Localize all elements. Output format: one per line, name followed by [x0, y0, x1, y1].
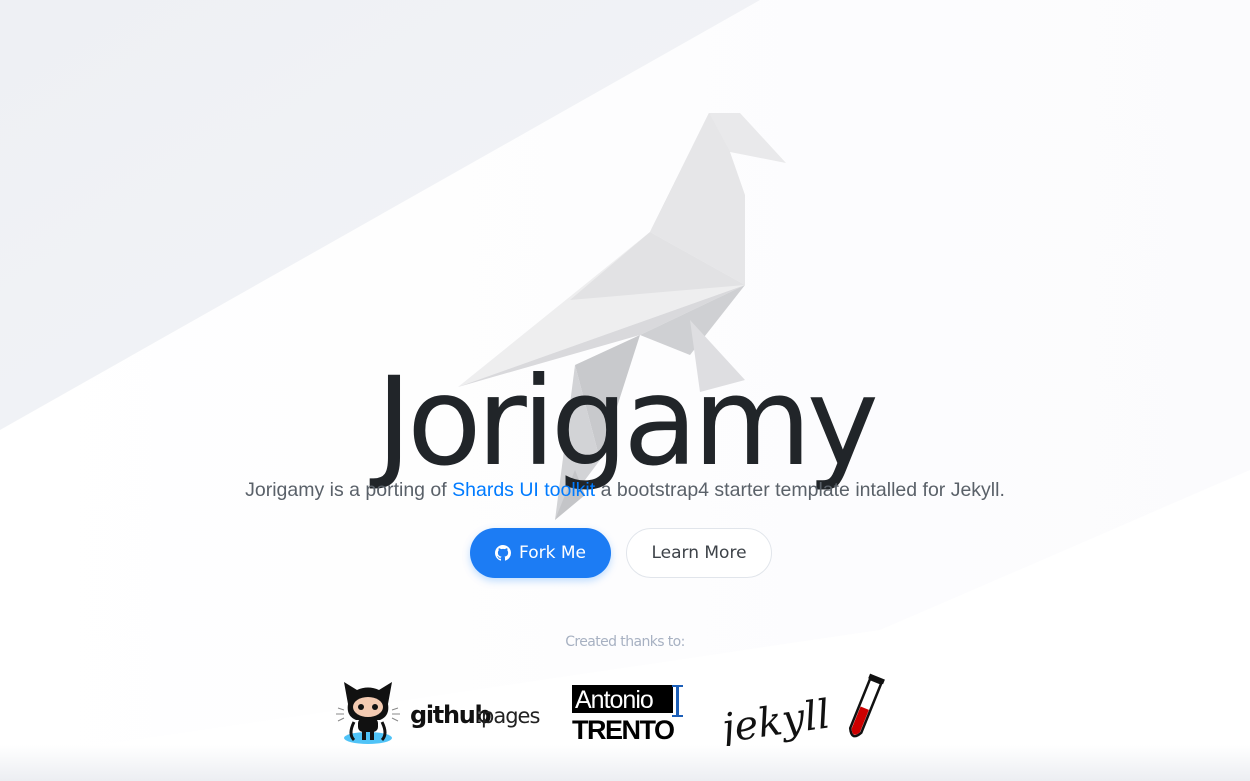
fork-me-button[interactable]: Fork Me — [470, 528, 611, 578]
hero-title: Jorigamy — [376, 351, 879, 493]
bottom-fade — [0, 745, 1250, 781]
credits-title: Created thanks to: — [565, 634, 685, 650]
antonio-trento-line1: Antonio — [575, 686, 653, 714]
learn-more-button[interactable]: Learn More — [626, 528, 772, 578]
fork-me-label: Fork Me — [519, 543, 586, 563]
github-pages-word2: pages — [481, 704, 539, 728]
github-pages-logo[interactable]: github : pages — [330, 674, 540, 746]
github-icon — [495, 545, 512, 561]
shards-ui-link[interactable]: Shards UI toolkit — [452, 479, 595, 501]
subtitle-text-start: Jorigamy is a porting of — [245, 479, 453, 501]
antonio-trento-line2: TRENTO — [572, 715, 674, 741]
antonio-trento-logo[interactable]: Antonio TRENTO — [570, 683, 684, 741]
subtitle-text-end: a bootstrap4 starter template intalled f… — [595, 479, 1005, 501]
hero-subtitle: Jorigamy is a porting of Shards UI toolk… — [0, 477, 1250, 503]
test-tube-icon — [848, 673, 885, 738]
jekyll-wordmark: jekyll — [716, 691, 833, 746]
landing-page: Jorigamy Jorigamy is a porting of Shards… — [0, 0, 1250, 781]
jekyll-logo[interactable]: jekyll — [716, 672, 890, 746]
learn-more-label: Learn More — [651, 543, 747, 563]
